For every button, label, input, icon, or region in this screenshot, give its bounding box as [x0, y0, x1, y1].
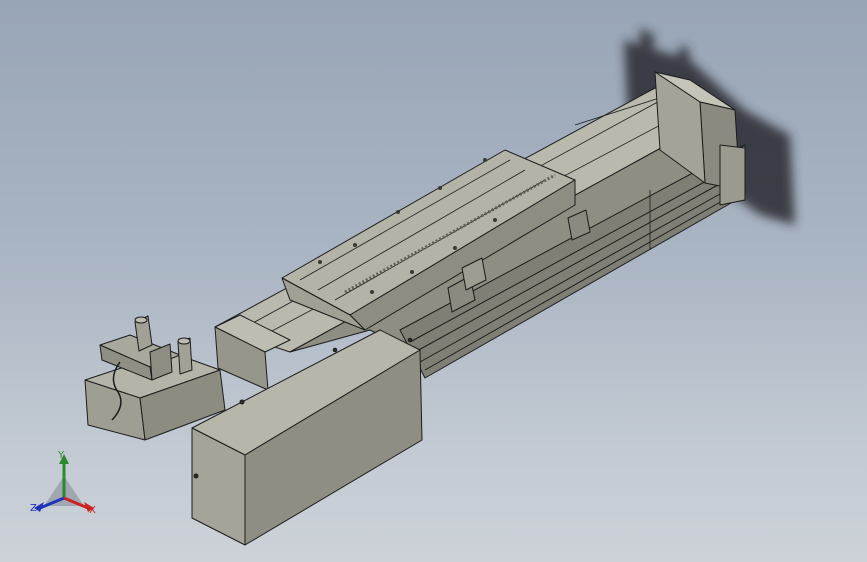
linear-actuator-model[interactable]: [0, 0, 867, 562]
x-axis-label: X: [89, 505, 96, 516]
actuator-body: [84, 71, 746, 546]
end-plate: [719, 144, 746, 206]
y-axis-label: Y: [58, 450, 65, 461]
3d-graphics-viewport[interactable]: Y X Z: [0, 0, 867, 562]
z-axis-label: Z: [30, 503, 37, 514]
